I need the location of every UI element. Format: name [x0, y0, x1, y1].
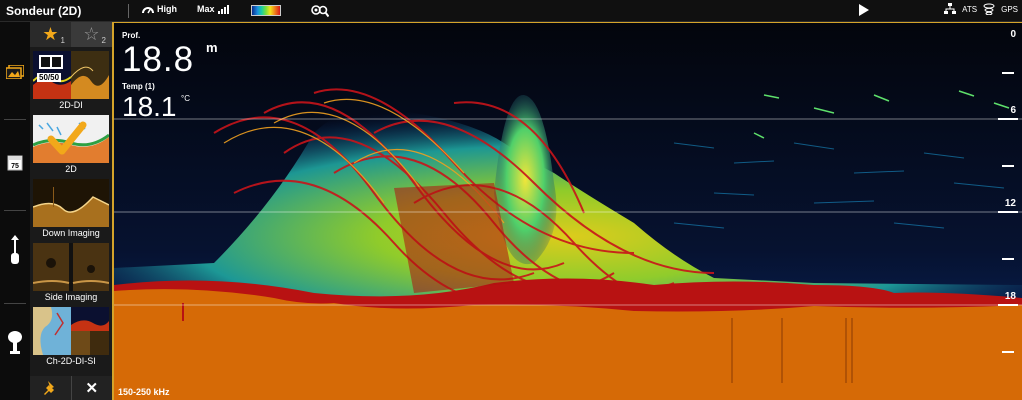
favorite-2d[interactable]: 2D	[33, 115, 109, 175]
close-button[interactable]: ✕	[72, 376, 113, 400]
divider	[4, 303, 26, 304]
frequency-label: 150-250 kHz	[118, 387, 170, 397]
close-icon: ✕	[85, 380, 99, 397]
favorite-label: Ch-2D-DI-SI	[46, 356, 96, 366]
left-toolbar: 75	[0, 22, 31, 400]
favorite-side-imaging[interactable]: Side Imaging	[33, 243, 109, 303]
favorites-tabs: ★ 1 ☆ 2	[30, 22, 112, 47]
ats-icon[interactable]: ATS	[962, 5, 977, 14]
tab-favorites-2[interactable]: ☆ 2	[71, 22, 112, 47]
split-screen-icon	[39, 55, 63, 69]
temp-label: Temp (1)	[122, 82, 155, 91]
depth-scale-mark: 6	[1010, 105, 1016, 116]
favorite-2d-di[interactable]: 50/50 2D-DI	[33, 51, 109, 111]
status-icons: ATS GPS	[944, 3, 1018, 15]
calendar-icon[interactable]: 75	[5, 152, 25, 172]
thumb-side-imaging	[33, 243, 109, 291]
play-icon[interactable]	[859, 4, 869, 16]
tab-favorites-1[interactable]: ★ 1	[30, 22, 71, 47]
depth-scale-top: 0	[1010, 29, 1016, 40]
network-icon[interactable]	[944, 3, 957, 15]
high-label: High	[157, 4, 177, 14]
favorite-label: Down Imaging	[42, 228, 100, 238]
sonar-view[interactable]: Prof. 18.8 m Temp (1) 18.1 °C 0 6 12 18 …	[114, 22, 1022, 400]
calendar-badge: 75	[11, 163, 19, 170]
checkmark-icon	[47, 121, 87, 155]
gps-icon[interactable]: GPS	[1001, 5, 1018, 14]
trolling-motor-icon[interactable]	[5, 235, 25, 264]
top-bar: Sondeur (2D) High Max ATS GPS	[0, 0, 1022, 22]
zoom-gear-icon	[311, 5, 329, 18]
range-max-button[interactable]: Max	[197, 4, 230, 14]
sonar-status-icon[interactable]	[983, 3, 995, 15]
thumb-chart-combo	[33, 307, 109, 355]
favorite-chart-combo[interactable]: Ch-2D-DI-SI	[33, 307, 109, 367]
signal-bars-icon	[217, 4, 229, 14]
sonar-graph	[114, 23, 1022, 400]
divider	[4, 210, 26, 211]
ratio-badge: 50/50	[37, 73, 62, 82]
favorite-label: Side Imaging	[44, 292, 98, 302]
temp-unit: °C	[181, 94, 190, 103]
separator	[128, 4, 129, 18]
depth-scale-mark: 18	[1004, 291, 1016, 302]
thumb-down-imaging	[33, 179, 109, 227]
favorite-label: 2D	[65, 164, 77, 174]
depth-unit: m	[206, 40, 218, 55]
color-palette-button[interactable]	[251, 5, 281, 16]
sensitivity-high-button[interactable]: High	[142, 4, 177, 14]
gauge-icon	[142, 7, 154, 14]
favorites-icon[interactable]	[5, 62, 25, 82]
view-title: Sondeur (2D)	[6, 4, 82, 18]
thumb-2d-di: 50/50	[33, 51, 109, 99]
outboard-motor-icon[interactable]	[5, 331, 25, 354]
favorite-label: 2D-DI	[59, 100, 83, 110]
favorites-panel: ★ 1 ☆ 2 50/50 2D-DI 2D Down Imaging Side…	[30, 22, 114, 400]
pin-icon	[44, 381, 55, 395]
favorites-actions: ✕	[30, 376, 112, 400]
thumb-2d	[33, 115, 109, 163]
pin-button[interactable]	[30, 376, 72, 400]
temp-value: 18.1	[122, 91, 177, 122]
max-label: Max	[197, 4, 215, 14]
depth-value: 18.8	[122, 40, 195, 79]
depth-scale-mark: 12	[1004, 198, 1016, 209]
favorite-down-imaging[interactable]: Down Imaging	[33, 179, 109, 239]
depth-label: Prof.	[122, 31, 141, 40]
zoom-settings-button[interactable]	[311, 4, 329, 18]
divider	[4, 119, 26, 120]
